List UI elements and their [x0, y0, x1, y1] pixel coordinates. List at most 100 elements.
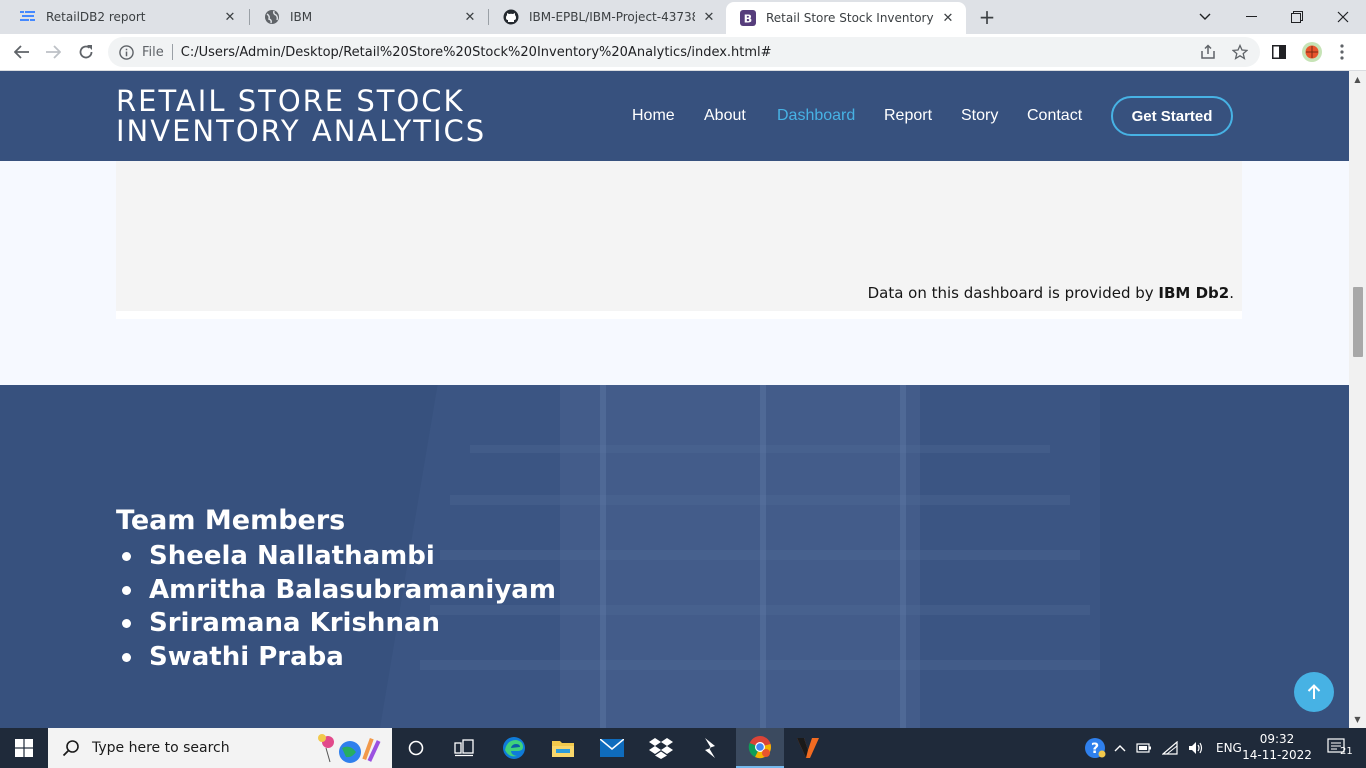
svg-text:B: B: [744, 13, 752, 26]
tab-search-chevron-icon[interactable]: [1182, 0, 1228, 34]
tab-title: Retail Store Stock Inventory Anal: [766, 11, 934, 25]
notification-center-icon[interactable]: 21: [1318, 728, 1358, 768]
new-tab-plus-icon[interactable]: +: [976, 5, 998, 29]
share-icon[interactable]: [1198, 42, 1218, 62]
close-tab-icon[interactable]: ✕: [940, 10, 956, 26]
browser-tab-strip: RetailDB2 report ✕ IBM ✕ IBM-EPBL/IBM-Pr…: [0, 0, 1366, 34]
close-tab-icon[interactable]: ✕: [462, 9, 478, 25]
clock-date: 14-11-2022: [1242, 748, 1312, 762]
volume-icon[interactable]: [1188, 741, 1204, 755]
site-header: RETAIL STORE STOCK INVENTORY ANALYTICS H…: [0, 71, 1349, 161]
member-name: Sheela Nallathambi: [149, 541, 435, 571]
team-member: Amritha Balasubramaniyam: [116, 574, 556, 608]
dashboard-container: Data on this dashboard is provided by IB…: [116, 161, 1242, 319]
team-title: Team Members: [116, 505, 346, 536]
dashboard-data-source-note: Data on this dashboard is provided by IB…: [868, 284, 1234, 302]
chevron-up-icon[interactable]: [1114, 744, 1126, 752]
taskbar-clock[interactable]: 09:32 14-11-2022: [1240, 731, 1314, 763]
back-arrow-icon[interactable]: [9, 39, 35, 65]
team-member: Sheela Nallathambi: [116, 540, 556, 574]
nav-report[interactable]: Report: [884, 107, 932, 125]
page-viewport: RETAIL STORE STOCK INVENTORY ANALYTICS H…: [0, 71, 1349, 728]
search-icon: [62, 739, 80, 757]
nav-dashboard[interactable]: Dashboard: [777, 107, 855, 125]
site-info-icon[interactable]: [118, 44, 134, 60]
page-scrollbar[interactable]: ▲ ▼: [1349, 71, 1366, 728]
scrollbar-thumb[interactable]: [1353, 287, 1363, 357]
team-member-list: Sheela Nallathambi Amritha Balasubramani…: [116, 540, 556, 674]
nav-contact[interactable]: Contact: [1027, 107, 1082, 125]
battery-icon[interactable]: [1136, 742, 1152, 754]
close-tab-icon[interactable]: ✕: [701, 9, 717, 25]
scroll-down-arrow-icon[interactable]: ▼: [1353, 715, 1362, 724]
url-scheme-label: File: [142, 44, 164, 60]
dropbox-icon[interactable]: [637, 728, 685, 768]
tab-title: RetailDB2 report: [46, 10, 146, 24]
team-member: Sriramana Krishnan: [116, 607, 556, 641]
tab-title: IBM-EPBL/IBM-Project-43738-16: [529, 10, 695, 24]
search-highlight-illustration-icon: [312, 732, 382, 768]
cortana-circle-icon[interactable]: [392, 728, 440, 768]
language-indicator[interactable]: ENG: [1216, 741, 1242, 755]
app-v-logo-icon[interactable]: [784, 728, 832, 768]
logo-line-2: INVENTORY ANALYTICS: [116, 114, 487, 148]
site-logo[interactable]: RETAIL STORE STOCK INVENTORY ANALYTICS: [116, 86, 486, 146]
clock-time: 09:32: [1259, 732, 1295, 746]
browser-tab-ibm[interactable]: IBM ✕: [250, 0, 488, 34]
cursor-editor-icon[interactable]: [686, 728, 734, 768]
bootstrap-b-icon: B: [740, 10, 756, 26]
globe-icon: [264, 9, 280, 25]
side-panel-icon[interactable]: [1266, 39, 1292, 65]
bullet-dot: [122, 619, 131, 629]
browser-toolbar: File C:/Users/Admin/Desktop/Retail%20Sto…: [0, 34, 1366, 71]
ibm-db2-label: IBM Db2: [1158, 284, 1230, 302]
svg-text:?: ?: [1091, 741, 1099, 757]
minimize-icon[interactable]: [1228, 0, 1274, 34]
browser-menu-icon[interactable]: [1329, 39, 1355, 65]
note-prefix: Data on this dashboard is provided by: [867, 284, 1159, 302]
bullet-dot: [122, 652, 131, 662]
browser-tab-retail-store[interactable]: B Retail Store Stock Inventory Anal ✕: [726, 2, 966, 34]
taskbar-search-box[interactable]: Type here to search: [48, 728, 392, 768]
bookmark-star-icon[interactable]: [1230, 42, 1250, 62]
mail-icon[interactable]: [588, 728, 636, 768]
help-question-icon[interactable]: ?: [1084, 737, 1106, 759]
arrow-up-icon: [1307, 684, 1321, 699]
embedded-dashboard[interactable]: Data on this dashboard is provided by IB…: [116, 161, 1242, 311]
address-divider: [171, 44, 173, 60]
file-explorer-icon[interactable]: [539, 728, 587, 768]
windows-start-icon[interactable]: [0, 728, 48, 768]
member-name: Amritha Balasubramaniyam: [149, 574, 556, 605]
tab-title: IBM: [290, 10, 313, 24]
windows-taskbar: Type here to search ? ENG 09:32 14-11-20…: [0, 728, 1366, 768]
browser-tab-github[interactable]: IBM-EPBL/IBM-Project-43738-16 ✕: [489, 0, 727, 34]
notification-count: 21: [1340, 746, 1353, 757]
logo-line-1: RETAIL STORE STOCK: [116, 84, 465, 118]
system-tray: ? ENG: [1084, 728, 1242, 768]
bullet-dot: [122, 552, 131, 562]
get-started-button[interactable]: Get Started: [1111, 96, 1233, 136]
scroll-up-arrow-icon[interactable]: ▲: [1353, 75, 1362, 84]
nav-about[interactable]: About: [704, 107, 746, 125]
back-to-top-button[interactable]: [1294, 672, 1334, 712]
profile-avatar[interactable]: [1299, 39, 1325, 65]
reload-icon[interactable]: [73, 39, 99, 65]
restore-icon[interactable]: [1274, 0, 1320, 34]
report-bars-icon: [20, 9, 36, 25]
browser-tab-retaildb2[interactable]: RetailDB2 report ✕: [6, 0, 248, 34]
address-bar[interactable]: File C:/Users/Admin/Desktop/Retail%20Sto…: [108, 37, 1260, 67]
wifi-icon[interactable]: [1162, 741, 1178, 755]
chrome-browser-icon[interactable]: [736, 728, 784, 768]
close-tab-icon[interactable]: ✕: [222, 9, 238, 25]
nav-home[interactable]: Home: [632, 107, 675, 125]
search-placeholder: Type here to search: [92, 740, 230, 756]
close-window-icon[interactable]: [1320, 0, 1366, 34]
bullet-dot: [122, 585, 131, 595]
forward-arrow-icon[interactable]: [40, 39, 66, 65]
nav-story[interactable]: Story: [961, 107, 998, 125]
task-view-icon[interactable]: [440, 728, 488, 768]
edge-browser-icon[interactable]: [490, 728, 538, 768]
team-member: Swathi Praba: [116, 641, 556, 675]
url-text[interactable]: C:/Users/Admin/Desktop/Retail%20Store%20…: [181, 45, 772, 60]
member-name: Swathi Praba: [149, 641, 344, 672]
